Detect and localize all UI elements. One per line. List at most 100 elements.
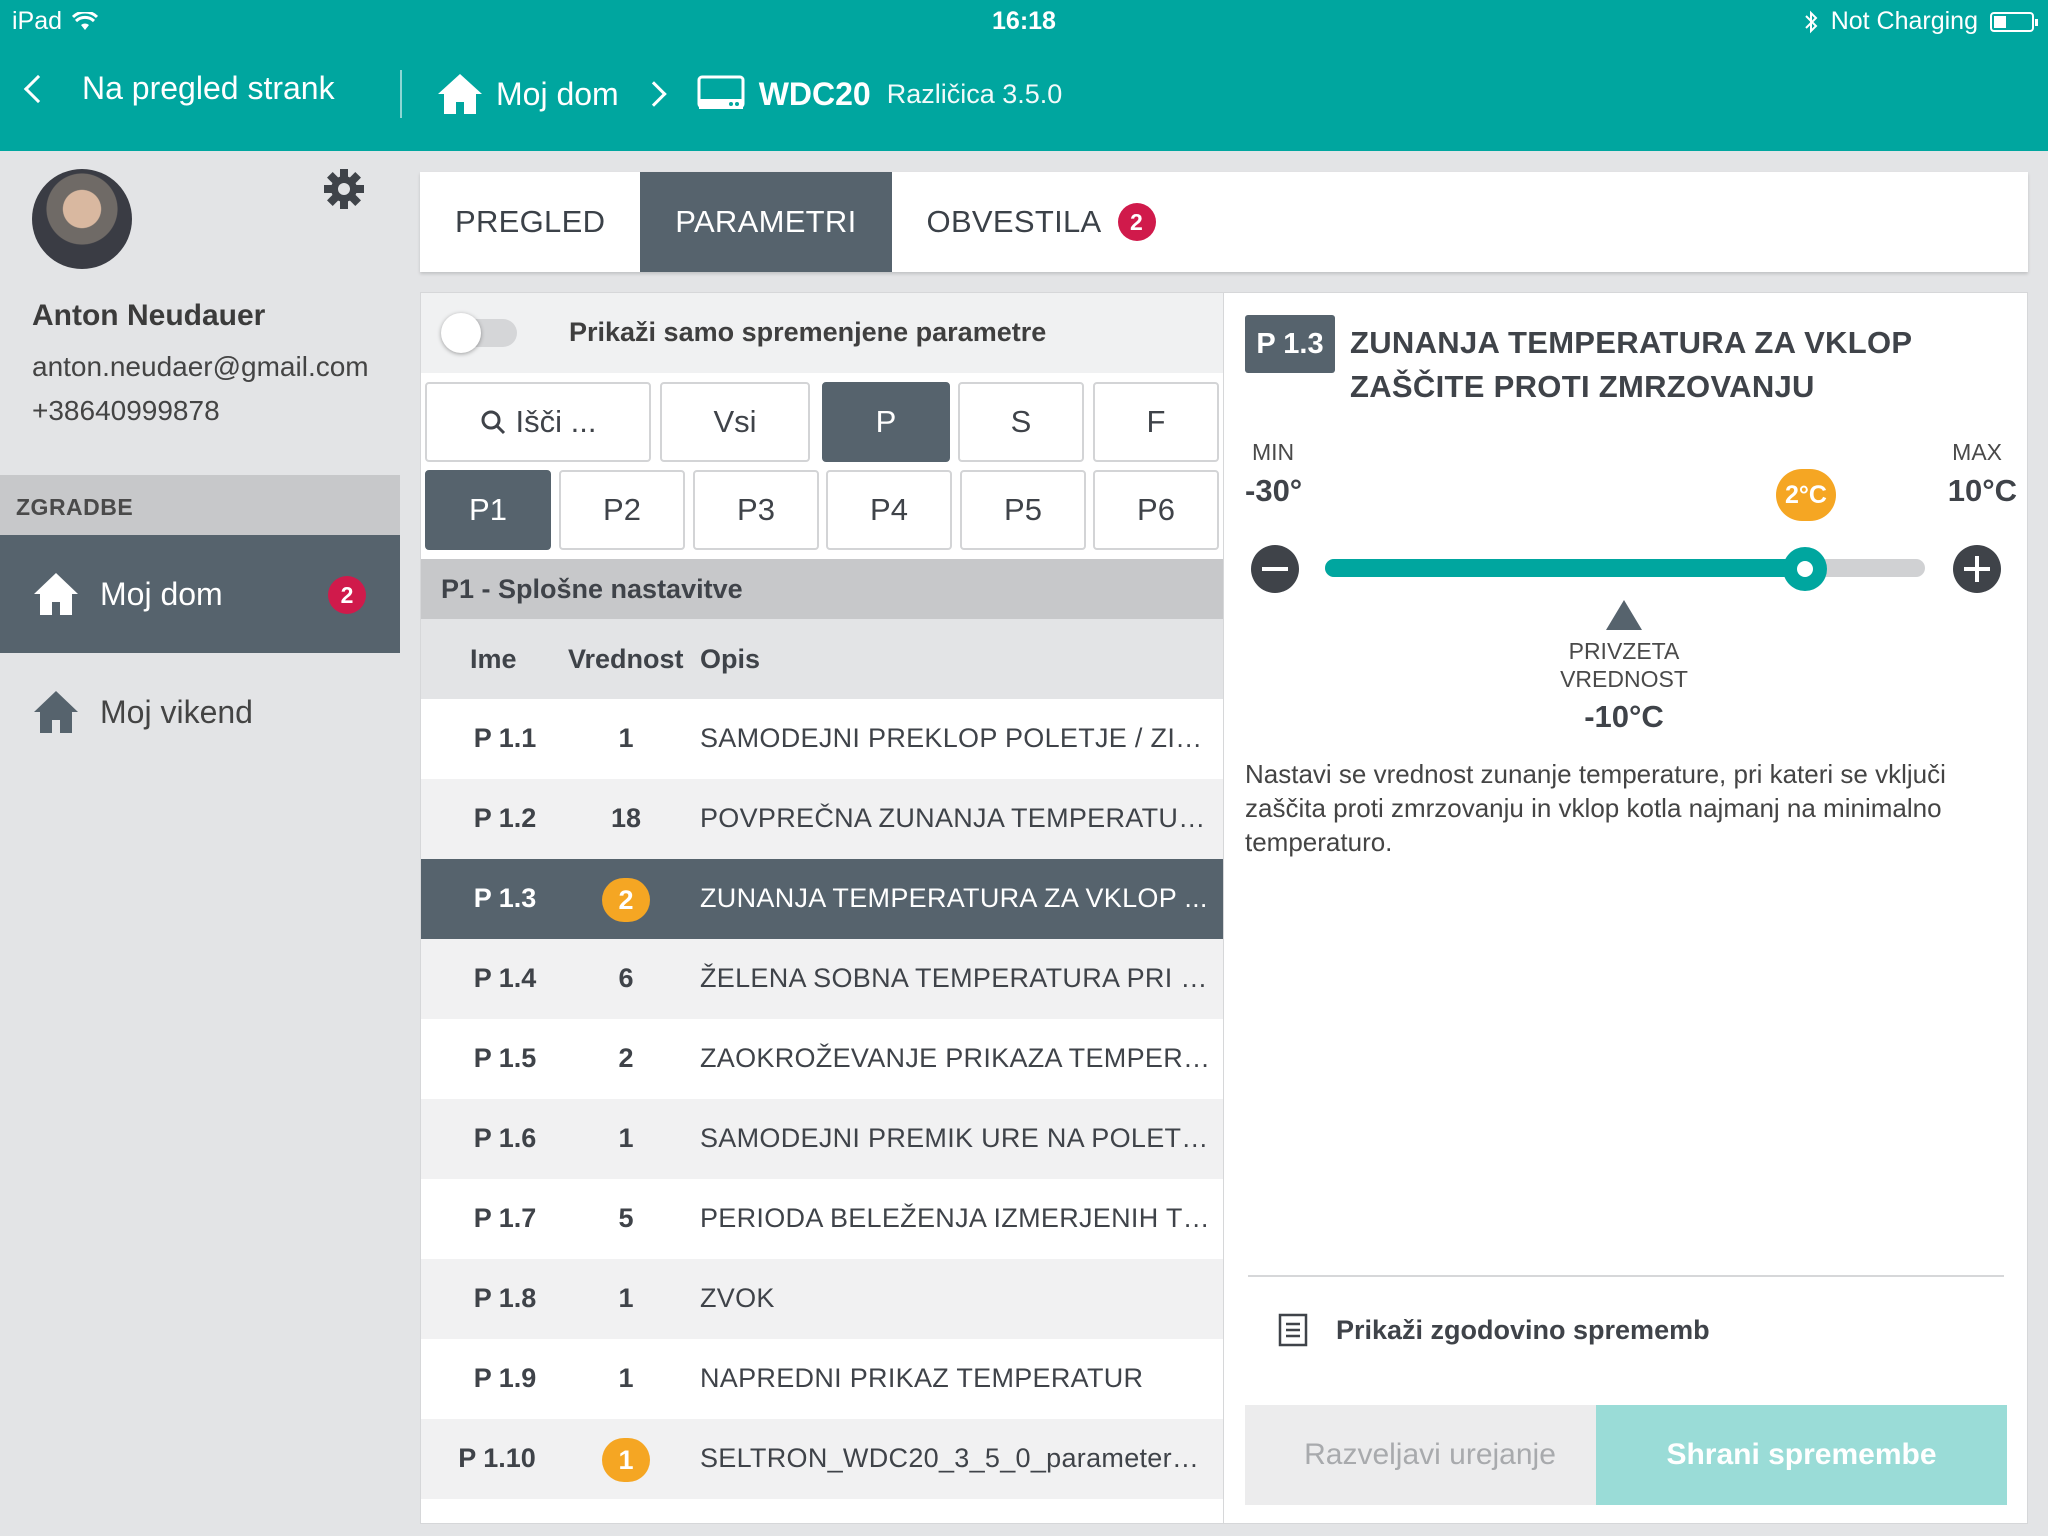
chevron-right-icon [640,81,667,107]
column-value: Vrednost [568,644,684,674]
row-id: P 1.6 [473,1123,537,1153]
group-header: P1 - Splošne nastavitve [421,559,1223,619]
button-label: F [1146,404,1166,439]
changed-value-badge: 1 [602,1438,650,1482]
document-icon [1278,1313,1308,1347]
sidebar-item-moj-dom[interactable]: Moj dom 2 [0,535,400,653]
group-p2-button[interactable]: P2 [559,470,685,550]
back-button[interactable]: Na pregled strank [18,70,335,107]
filter-s-button[interactable]: S [958,382,1084,462]
breadcrumb: Moj dom WDC20 Različica 3.5.0 [436,70,1062,118]
sidebar-item-moj-vikend[interactable]: Moj vikend [0,653,400,771]
row-id: P 1.4 [473,963,537,993]
row-description: SELTRON_WDC20_3_5_0_parameters.... [700,1443,1210,1473]
table-row[interactable]: P 1.9 1 NAPREDNI PRIKAZ TEMPERATUR [421,1339,1223,1419]
default-value: -10°C [1584,699,1664,734]
max-value: 10°C [1947,473,2017,508]
table-row[interactable]: P 1.8 1 ZVOK [421,1259,1223,1339]
button-label: P4 [870,492,908,527]
parameter-description: Nastavi se vrednost zunanje temperature,… [1245,759,1946,857]
button-label: S [1010,404,1032,439]
filter-vsi-button[interactable]: Vsi [660,382,810,462]
parameter-title: ZUNANJA TEMPERATURA ZA VKLOP ZAŠČITE PRO… [1350,325,1912,404]
home-icon [34,573,78,615]
table-row[interactable]: P 1.6 1 SAMODEJNI PREMIK URE NA POLETNI.… [421,1099,1223,1179]
profile-email: anton.neudaer@gmail.com [32,351,369,382]
notification-badge: 2 [328,576,366,614]
undo-button[interactable]: Razveljavi urejanje [1245,1405,1615,1505]
row-value: 2 [618,1043,634,1073]
toggle-knob [441,313,481,353]
default-value-label: PRIVZETA VREDNOST [1560,638,1688,692]
row-id: P 1.2 [473,803,537,833]
table-row[interactable]: P 1.2 18 POVPREČNA ZUNANJA TEMPERATUR... [421,779,1223,859]
row-description: SAMODEJNI PREMIK URE NA POLETNI... [700,1123,1210,1153]
search-icon [481,410,505,435]
button-label: P6 [1137,492,1175,527]
parameter-rows: P 1.1 1 SAMODEJNI PREKLOP POLETJE / ZIMA… [421,699,1223,1499]
gear-icon[interactable] [322,167,366,211]
table-row[interactable]: P 1.5 2 ZAOKROŽEVANJE PRIKAZA TEMPERA... [421,1019,1223,1099]
row-value: 5 [618,1203,634,1233]
row-id: P 1.5 [473,1043,537,1073]
tab-label: PREGLED [455,204,606,239]
group-p5-button[interactable]: P5 [960,470,1086,550]
status-bar: iPad 16:18 Not Charging [0,0,2048,40]
column-description: Opis [700,644,761,674]
column-name: Ime [470,644,517,674]
tab-pregled[interactable]: PREGLED [420,172,640,272]
row-id: P 1.9 [473,1363,537,1393]
save-button[interactable]: Shrani spremembe [1596,1405,2007,1505]
row-description: ZVOK [700,1283,775,1313]
table-row-selected[interactable]: P 1.3 2 ZUNANJA TEMPERATURA ZA VKLOP ... [421,859,1223,939]
row-value: 6 [618,963,634,993]
table-row[interactable]: P 1.4 6 ŽELENA SOBNA TEMPERATURA PRI IZ.… [421,939,1223,1019]
changed-only-filter: Prikaži samo spremenjene parametre [421,293,1223,373]
avatar[interactable] [32,169,132,269]
table-row[interactable]: P 1.10 1 SELTRON_WDC20_3_5_0_parameters.… [421,1419,1223,1499]
changed-value-badge: 2 [602,878,650,922]
buildings-section-title: ZGRADBE [0,475,400,535]
row-id: P 1.8 [473,1283,537,1313]
table-row[interactable]: P 1.1 1 SAMODEJNI PREKLOP POLETJE / ZIMA [421,699,1223,779]
group-p4-button[interactable]: P4 [826,470,952,550]
breadcrumb-device[interactable]: WDC20 Različica 3.5.0 [697,75,1062,113]
history-label: Prikaži zgodovino sprememb [1336,1314,1710,1345]
tab-label: PARAMETRI [675,204,857,239]
row-description: POVPREČNA ZUNANJA TEMPERATUR... [700,803,1210,833]
home-icon [34,691,78,733]
sidebar-item-label: Moj dom [100,575,223,612]
search-label: Išči ... [515,404,597,439]
history-link[interactable]: Prikaži zgodovino sprememb [1278,1313,1710,1347]
row-value: 1 [618,1283,634,1313]
value-slider-thumb[interactable] [1783,547,1827,591]
controller-icon [697,75,745,109]
button-label: P1 [469,492,507,527]
profile-name: Anton Neudauer [32,299,266,332]
increase-button[interactable] [1953,545,2001,593]
top-bar: iPad 16:18 Not Charging Na pregled stran… [0,0,2048,151]
row-id: P 1.3 [473,883,537,913]
parameter-list-panel: Prikaži samo spremenjene parametre Išči … [420,292,1224,1524]
row-description: SAMODEJNI PREKLOP POLETJE / ZIMA [700,723,1210,753]
group-p6-button[interactable]: P6 [1093,470,1219,550]
value-slider-track[interactable] [1325,559,1925,577]
clock: 16:18 [992,7,1056,35]
table-row[interactable]: P 1.7 5 PERIODA BELEŽENJA IZMERJENIH TE.… [421,1179,1223,1259]
decrease-button[interactable] [1251,545,1299,593]
device-name: WDC20 [758,75,871,112]
group-p1-button[interactable]: P1 [425,470,551,550]
search-button[interactable]: Išči ... [425,382,651,462]
tab-obvestila[interactable]: OBVESTILA 2 [892,172,1191,272]
changed-only-toggle[interactable] [441,313,517,353]
breadcrumb-home[interactable]: Moj dom [436,72,619,116]
row-value: 1 [618,1123,634,1153]
group-p3-button[interactable]: P3 [693,470,819,550]
filter-f-button[interactable]: F [1093,382,1219,462]
row-id: P 1.10 [458,1443,536,1473]
default-value-marker [1606,600,1642,630]
button-label: P2 [603,492,641,527]
nav-divider [400,70,402,118]
tab-parametri[interactable]: PARAMETRI [640,172,892,272]
filter-p-button[interactable]: P [822,382,950,462]
